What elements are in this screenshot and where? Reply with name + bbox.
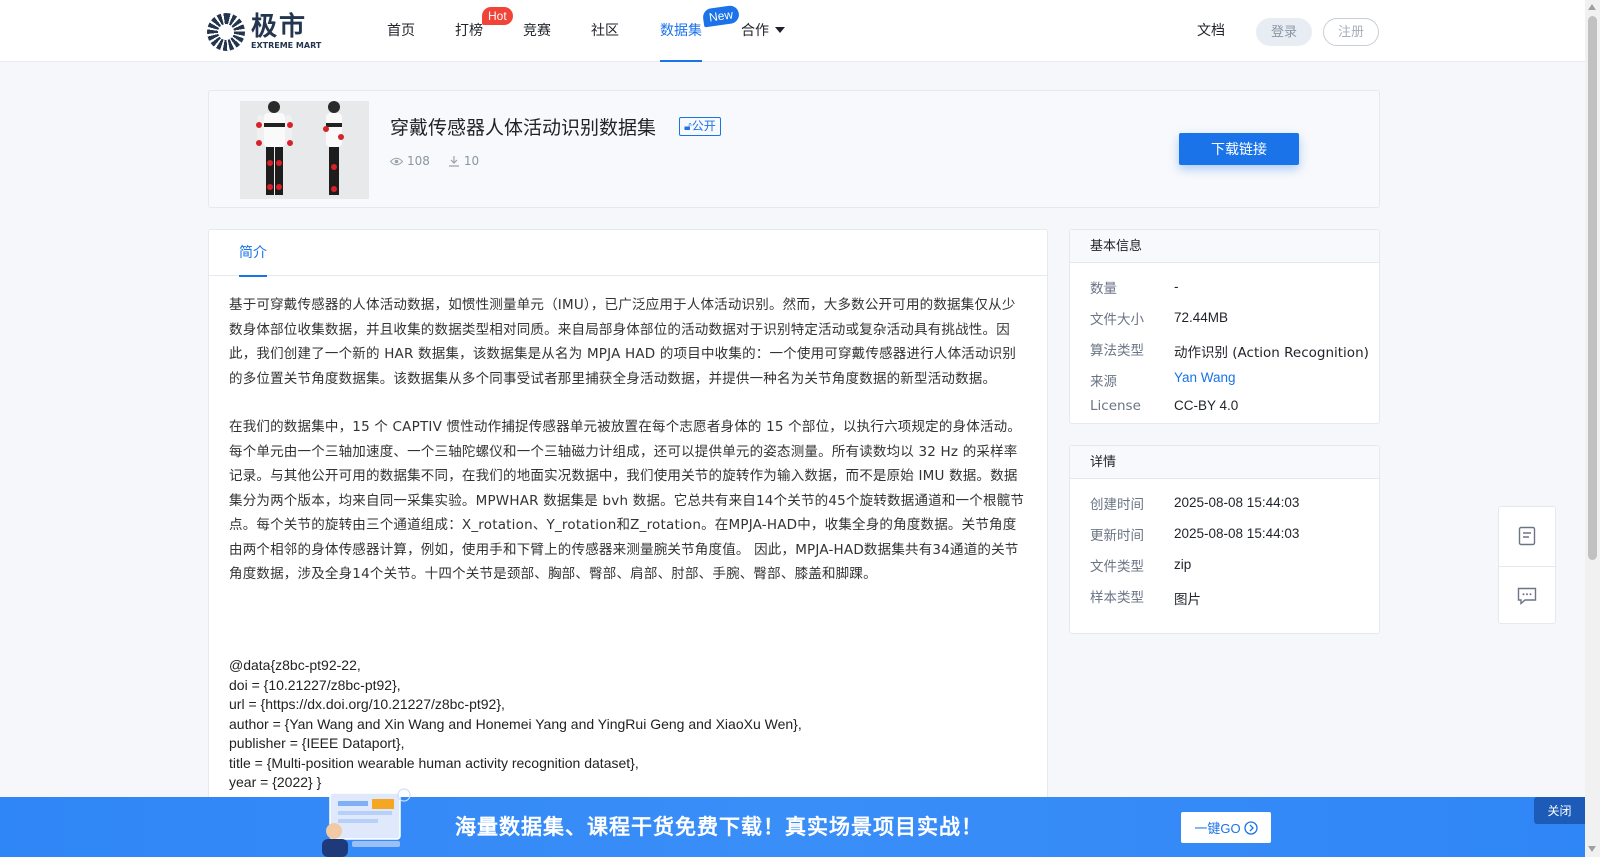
go-button[interactable]: 一键GO	[1181, 812, 1271, 843]
nav-cooperation[interactable]: 合作	[741, 0, 785, 62]
docs-link[interactable]: 文档	[1197, 20, 1225, 40]
tab-intro[interactable]: 简介	[239, 230, 267, 277]
logo-name: 极市	[251, 12, 308, 42]
citation-line: author = {Yan Wang and Xin Wang and Hone…	[229, 715, 802, 732]
citation-line: url = {https://dx.doi.org/10.21227/z8bc-…	[229, 696, 505, 712]
caret-down-icon	[775, 27, 785, 33]
feedback-tool[interactable]	[1499, 566, 1555, 624]
chat-icon	[1517, 587, 1537, 605]
promo-illustration	[322, 788, 411, 857]
page-scrollbar[interactable]	[1585, 0, 1600, 857]
intro-panel: 简介 基于可穿戴传感器的人体活动数据，如惯性测量单元（IMU），已广泛应用于人体…	[208, 229, 1048, 857]
register-button[interactable]: 注册	[1323, 18, 1379, 46]
nav-datasets[interactable]: 数据集	[660, 0, 702, 62]
floating-toolbar	[1498, 506, 1556, 624]
new-badge: New	[701, 4, 741, 28]
scroll-thumb[interactable]	[1588, 16, 1597, 560]
nav-competition[interactable]: 竞赛	[523, 0, 551, 62]
top-header: 极市 EXTREME MART 首页 打榜 Hot 竞赛 社区 数据集 New …	[0, 0, 1585, 62]
details-panel: 详情 创建时间 2025-08-08 15:44:03 更新时间 2025-08…	[1069, 445, 1380, 634]
main-nav: 首页 打榜 Hot 竞赛 社区 数据集 New 合作	[367, 0, 975, 62]
dataset-summary-card: 穿戴传感器人体活动识别数据集 🔓︎公开 108 10 下载链接	[208, 90, 1380, 208]
close-banner-button[interactable]: 关闭	[1534, 797, 1585, 824]
source-link[interactable]: Yan Wang	[1174, 370, 1236, 385]
citation-line: title = {Multi-position wearable human a…	[229, 754, 639, 771]
nav-home[interactable]: 首页	[387, 0, 415, 62]
scroll-down-icon[interactable]	[1588, 846, 1596, 852]
description-paragraph: 基于可穿戴传感器的人体活动数据，如惯性测量单元（IMU），已广泛应用于人体活动识…	[229, 297, 1017, 387]
citation-line: doi = {10.21227/z8bc-pt92},	[229, 676, 401, 693]
download-icon	[448, 156, 459, 167]
document-icon	[1518, 526, 1536, 546]
document-tool[interactable]	[1499, 507, 1555, 565]
nav-community[interactable]: 社区	[591, 0, 619, 62]
promo-text: 海量数据集、课程干货免费下载！真实场景项目实战！	[455, 815, 983, 839]
logo-subtitle: EXTREME MART	[251, 41, 322, 50]
download-link-button[interactable]: 下载链接	[1179, 133, 1299, 165]
basic-info-title: 基本信息	[1070, 230, 1379, 263]
basic-info-panel: 基本信息 数量 - 文件大小 72.44MB 算法类型 动作识别 (Action…	[1069, 229, 1380, 424]
citation-block: @data{z8bc-pt92-22, doi = {10.21227/z8bc…	[229, 656, 802, 793]
nav-leaderboard[interactable]: 打榜	[455, 0, 483, 62]
public-badge: 🔓︎公开	[679, 117, 721, 136]
brand-logo[interactable]: 极市 EXTREME MART	[207, 13, 321, 51]
dataset-thumbnail[interactable]	[240, 101, 369, 199]
arrow-right-circle-icon	[1243, 820, 1258, 835]
view-count: 108	[390, 154, 430, 168]
promo-banner: 海量数据集、课程干货免费下载！真实场景项目实战！ 一键GO	[0, 788, 1585, 857]
login-button[interactable]: 登录	[1256, 18, 1312, 46]
eye-icon	[390, 157, 403, 165]
citation-line: publisher = {IEEE Dataport},	[229, 735, 405, 751]
hot-badge: Hot	[482, 7, 513, 25]
scroll-up-icon[interactable]	[1588, 4, 1596, 10]
logo-icon	[207, 13, 245, 51]
details-title: 详情	[1070, 446, 1379, 479]
dataset-description: 基于可穿戴传感器的人体活动数据，如惯性测量单元（IMU），已广泛应用于人体活动识…	[229, 293, 1029, 611]
unlock-icon: 🔓︎	[684, 119, 692, 133]
dataset-stats: 108 10	[390, 154, 497, 168]
citation-line: @data{z8bc-pt92-22,	[229, 657, 361, 673]
dataset-title: 穿戴传感器人体活动识别数据集	[390, 117, 657, 139]
description-paragraph: 在我们的数据集中，15 个 CAPTIV 惯性动作捕捉传感器单元被放置在每个志愿…	[229, 419, 1025, 582]
tab-bar: 简介	[209, 230, 1047, 277]
download-count: 10	[448, 154, 479, 168]
